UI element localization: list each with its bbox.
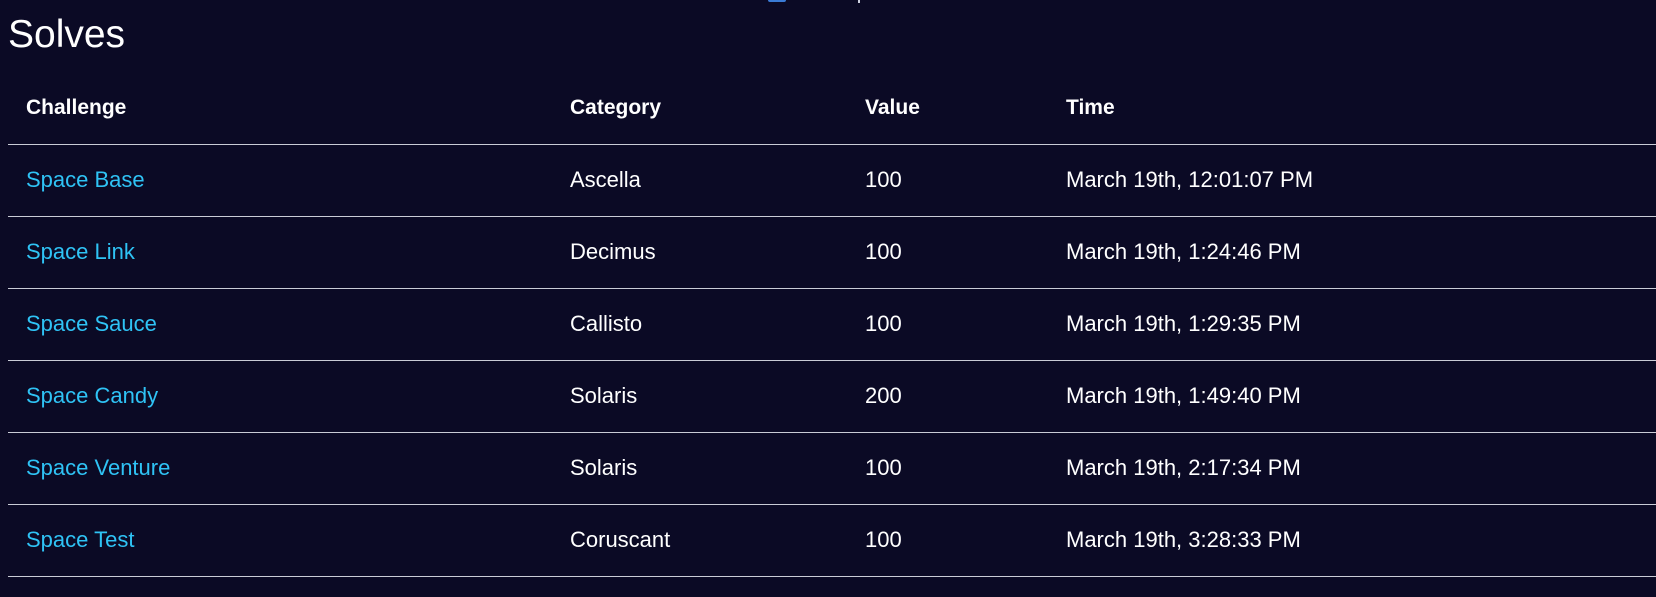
column-header-time: Time (1048, 72, 1656, 145)
value-cell: 200 (847, 360, 1048, 433)
challenge-link[interactable]: Space Link (26, 239, 135, 264)
category-cell: Callisto (552, 288, 847, 361)
value-cell: 100 (847, 288, 1048, 361)
category-cell: Solaris (552, 432, 847, 505)
table-row: Space Test Coruscant 100 March 19th, 3:2… (8, 504, 1656, 577)
top-edge-fragment-2 (858, 0, 860, 3)
challenge-link[interactable]: Space Sauce (26, 311, 157, 336)
value-cell: 100 (847, 504, 1048, 577)
challenge-cell: Space Venture (8, 432, 552, 505)
page-title: Solves (8, 13, 126, 56)
value-cell: 100 (847, 216, 1048, 289)
challenge-link[interactable]: Space Test (26, 527, 134, 552)
time-cell: March 19th, 1:24:46 PM (1048, 216, 1656, 289)
table-row: Space Link Decimus 100 March 19th, 1:24:… (8, 216, 1656, 289)
column-header-category: Category (552, 72, 847, 145)
category-cell: Coruscant (552, 504, 847, 577)
table-row: Space Base Ascella 100 March 19th, 12:01… (8, 144, 1656, 217)
time-cell: March 19th, 3:28:33 PM (1048, 504, 1656, 577)
challenge-link[interactable]: Space Venture (26, 455, 170, 480)
challenge-cell: Space Test (8, 504, 552, 577)
table-row: Space Sauce Callisto 100 March 19th, 1:2… (8, 288, 1656, 361)
challenge-cell: Space Link (8, 216, 552, 289)
table-row: Space Venture Solaris 100 March 19th, 2:… (8, 432, 1656, 505)
table-body: Space Base Ascella 100 March 19th, 12:01… (8, 144, 1656, 577)
solves-table: Challenge Category Value Time Space Base… (8, 72, 1656, 577)
top-edge-fragment (768, 0, 786, 2)
challenge-cell: Space Sauce (8, 288, 552, 361)
challenge-link[interactable]: Space Base (26, 167, 145, 192)
category-cell: Solaris (552, 360, 847, 433)
table-header-row: Challenge Category Value Time (8, 72, 1656, 145)
column-header-value: Value (847, 72, 1048, 145)
category-cell: Ascella (552, 144, 847, 217)
challenge-cell: Space Candy (8, 360, 552, 433)
table-header: Challenge Category Value Time (8, 72, 1656, 145)
column-header-challenge: Challenge (8, 72, 552, 145)
time-cell: March 19th, 1:49:40 PM (1048, 360, 1656, 433)
value-cell: 100 (847, 144, 1048, 217)
time-cell: March 19th, 12:01:07 PM (1048, 144, 1656, 217)
value-cell: 100 (847, 432, 1048, 505)
challenge-cell: Space Base (8, 144, 552, 217)
table-row: Space Candy Solaris 200 March 19th, 1:49… (8, 360, 1656, 433)
challenge-link[interactable]: Space Candy (26, 383, 158, 408)
category-cell: Decimus (552, 216, 847, 289)
time-cell: March 19th, 2:17:34 PM (1048, 432, 1656, 505)
time-cell: March 19th, 1:29:35 PM (1048, 288, 1656, 361)
